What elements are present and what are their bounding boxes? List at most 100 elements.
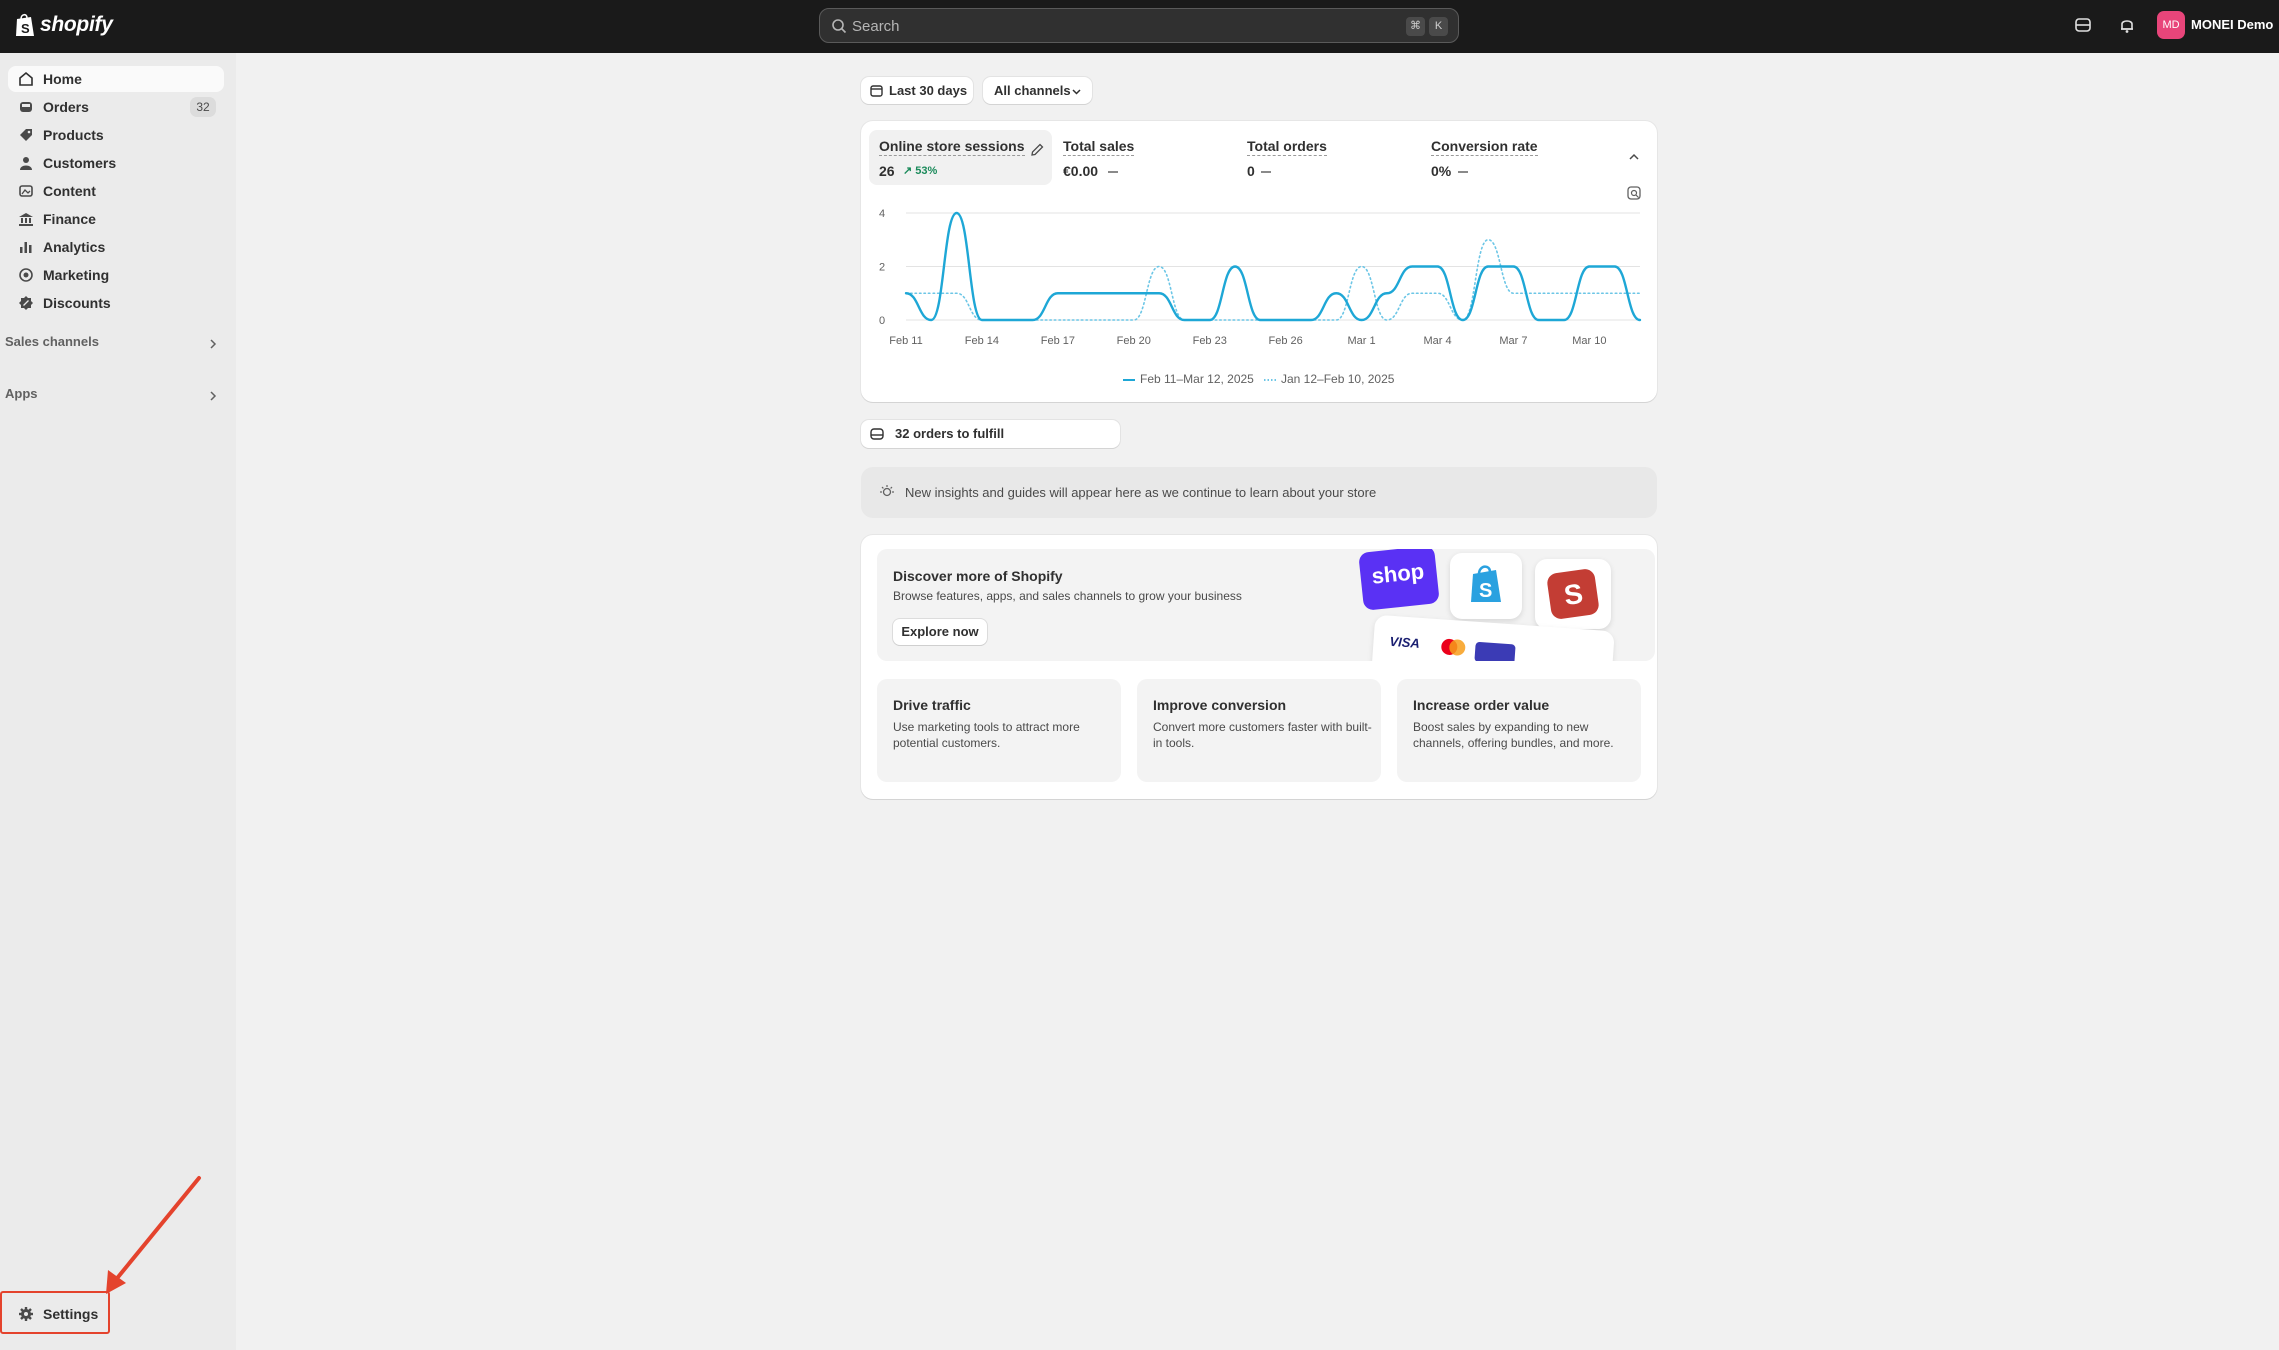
tile-title: Drive traffic: [893, 697, 971, 713]
y-tick-label: 0: [879, 315, 885, 327]
inbox-icon: [870, 428, 884, 440]
sidebar-item-label: Products: [43, 127, 104, 143]
sidebar-item-customers[interactable]: Customers: [8, 150, 224, 176]
tile-title: Increase order value: [1413, 697, 1550, 713]
discount-icon: [19, 296, 33, 310]
lightbulb-icon: [880, 485, 894, 497]
command-key-hint: ⌘: [1406, 17, 1425, 36]
sessions-line-chart: 4 2 0 Feb 11 Feb 14 Feb 17 Feb 20 Feb 23 Feb 26 M…: [879, 208, 1642, 347]
chevron-down-icon: [1072, 89, 1081, 95]
insights-text: New insights and guides will appear here…: [905, 485, 1377, 500]
sidebar-item-content[interactable]: Content: [8, 178, 224, 204]
x-tick-label: Feb 17: [1041, 335, 1075, 347]
sales-channels-heading[interactable]: Sales channels: [5, 334, 99, 349]
pos-s-glyph-icon: S: [1562, 578, 1585, 609]
gear-icon: [19, 1307, 33, 1321]
explore-now-button[interactable]: Explore now: [893, 619, 987, 645]
store-name[interactable]: MONEI Demo: [2191, 17, 2273, 32]
x-tick-label: Feb 23: [1193, 335, 1227, 347]
tile-drive-traffic[interactable]: Drive traffic Use marketing tools to att…: [877, 679, 1121, 782]
orders-to-fulfill-button[interactable]: 32 orders to fulfill: [861, 420, 1120, 448]
shopify-bag-icon: S: [16, 13, 34, 36]
sidebar-item-orders[interactable]: Orders 32: [8, 94, 224, 120]
payment-badge: [1474, 641, 1516, 661]
x-tick-label: Feb 20: [1117, 335, 1151, 347]
store-switcher-icon[interactable]: [2073, 15, 2093, 35]
search-placeholder: Search: [852, 18, 900, 35]
x-tick-label: Mar 7: [1499, 335, 1527, 347]
x-tick-label: Feb 11: [889, 335, 922, 347]
annotation-arrow: [106, 1176, 201, 1294]
metrics-card: Online store sessions 26 ↗ 53% Total sal…: [861, 121, 1657, 402]
sidebar-item-finance[interactable]: Finance: [8, 206, 224, 232]
apps-heading[interactable]: Apps: [5, 386, 38, 401]
sidebar-item-marketing[interactable]: Marketing: [8, 262, 224, 288]
avatar[interactable]: MD: [2157, 11, 2185, 39]
shopify-app-icon: S: [1450, 553, 1522, 619]
shopify-pos-icon: S: [1535, 559, 1611, 629]
sidebar-item-home[interactable]: Home: [8, 66, 224, 92]
mastercard-icon: [1441, 638, 1466, 656]
legend-previous: Jan 12–Feb 10, 2025: [1264, 372, 1394, 386]
sidebar-item-settings[interactable]: Settings: [8, 1301, 104, 1327]
channels-dropdown[interactable]: All channels: [983, 77, 1092, 104]
sidebar-item-label: Customers: [43, 155, 117, 171]
bar-chart-icon: [20, 242, 32, 253]
search-bar[interactable]: Search ⌘ K: [819, 8, 1459, 43]
x-tick-label: Mar 1: [1348, 335, 1376, 347]
person-icon: [20, 157, 32, 170]
sidebar-item-label: Discounts: [43, 295, 111, 311]
content-icon: [19, 185, 33, 197]
legend-current-label: Feb 11–Mar 12, 2025: [1140, 372, 1254, 386]
discover-subtitle: Browse features, apps, and sales channel…: [893, 589, 1242, 603]
target-icon: [19, 268, 33, 282]
y-tick-label: 4: [879, 208, 885, 220]
x-tick-label: Mar 10: [1572, 335, 1606, 347]
visa-logo: VISA: [1389, 633, 1421, 651]
discover-card: Discover more of Shopify Browse features…: [861, 535, 1657, 799]
date-range-label: Last 30 days: [889, 83, 968, 98]
top-bar: S shopify Search ⌘ K MD MONEI Demo: [0, 0, 2279, 53]
discover-banner: Discover more of Shopify Browse features…: [877, 549, 1655, 661]
notification-bell-icon[interactable]: [2117, 15, 2137, 35]
sidebar-item-label: Marketing: [43, 267, 110, 283]
sidebar-item-label: Orders: [43, 99, 89, 115]
sidebar: Home Orders 32 Products Customers Conten…: [0, 53, 236, 1350]
x-tick-label: Feb 26: [1269, 335, 1303, 347]
sidebar-item-label: Analytics: [43, 239, 106, 255]
channels-label: All channels: [994, 83, 1071, 98]
sidebar-item-products[interactable]: Products: [8, 122, 224, 148]
legend-current: Feb 11–Mar 12, 2025: [1123, 372, 1254, 386]
sidebar-item-label: Home: [43, 71, 82, 87]
chevron-right-icon[interactable]: [207, 338, 219, 350]
sidebar-item-label: Finance: [43, 211, 96, 227]
tile-improve-conversion[interactable]: Improve conversion Convert more customer…: [1137, 679, 1381, 782]
calendar-icon: [870, 85, 883, 97]
orders-to-fulfill-label: 32 orders to fulfill: [895, 426, 1005, 441]
chevron-right-icon[interactable]: [207, 390, 219, 402]
discover-title: Discover more of Shopify: [893, 568, 1063, 584]
shopify-logo[interactable]: S shopify: [14, 12, 113, 38]
sidebar-item-discounts[interactable]: Discounts: [8, 290, 224, 316]
tile-body: Convert more customers faster with built…: [1153, 720, 1372, 750]
legend-previous-label: Jan 12–Feb 10, 2025: [1281, 372, 1395, 386]
k-key-hint: K: [1429, 17, 1448, 36]
bank-icon: [19, 213, 33, 226]
tile-body: Use marketing tools to attract more pote…: [893, 720, 1080, 750]
sidebar-item-label: Settings: [43, 1306, 99, 1322]
home-icon: [19, 71, 33, 86]
tile-increase-order-value[interactable]: Increase order value Boost sales by expa…: [1397, 679, 1641, 782]
orders-count-badge: 32: [190, 97, 216, 117]
orders-icon: [20, 102, 32, 112]
sidebar-item-label: Content: [43, 183, 96, 199]
legend-solid-swatch: [1123, 378, 1135, 381]
search-icon: [832, 19, 847, 34]
brand-name: shopify: [40, 13, 113, 36]
date-range-button[interactable]: Last 30 days: [861, 77, 973, 104]
svg-text:S: S: [21, 21, 30, 36]
x-tick-label: Feb 14: [965, 335, 999, 347]
pos-logo: S: [1546, 567, 1600, 621]
y-tick-label: 2: [879, 262, 885, 274]
insights-banner: New insights and guides will appear here…: [861, 467, 1657, 518]
sidebar-item-analytics[interactable]: Analytics: [8, 234, 224, 260]
